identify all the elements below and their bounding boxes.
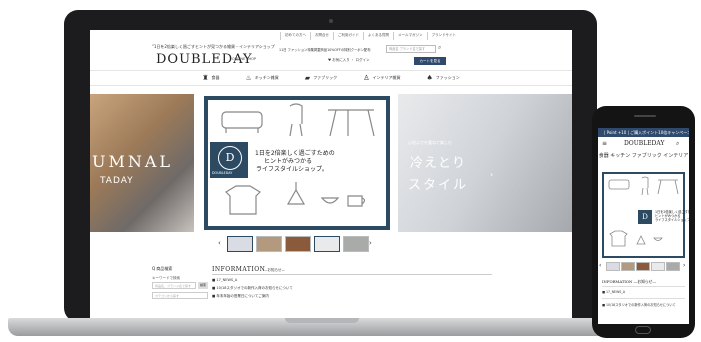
thumbnail[interactable]	[651, 262, 665, 271]
search-input[interactable]: 商品名 ブランド名で探す	[386, 45, 436, 53]
menu-icon[interactable]: ≡	[602, 140, 607, 147]
divider	[212, 274, 492, 275]
phone-speaker	[634, 115, 656, 117]
link-faq[interactable]: よくある質問	[363, 32, 393, 40]
brand-badge-name: DOUBLEDAY	[212, 171, 233, 175]
sidebar-keyword-label: キーワードで検索	[152, 276, 180, 280]
lamp-icon: ♙	[363, 74, 370, 82]
phone-news-item[interactable]: ■ 10/18スタジオでの新作入荷のお知らせについて	[602, 302, 676, 307]
nav-label: 食器	[211, 75, 220, 80]
phone-thumbnails	[606, 262, 680, 271]
link-usage-guide[interactable]: ご利用ガイド	[333, 32, 363, 40]
thumbnail[interactable]	[285, 236, 311, 252]
phone-next-icon[interactable]: ›	[683, 262, 685, 269]
pot-icon: ♨	[245, 74, 252, 82]
phone-campaign-bar[interactable]: | Point +10 | ご購入ポイント10倍キャンペーン	[598, 128, 689, 137]
thumbnail[interactable]	[227, 236, 253, 252]
phone-hero-catch: 1日を2倍楽しく過ごすための ヒントがみつかる ライフスタイルショップ。	[655, 210, 689, 222]
phone-news-item[interactable]: ■ 17_NEWS_A	[602, 290, 625, 294]
divider	[602, 286, 685, 287]
nav-item-fashion[interactable]: ♠ ファッション	[426, 71, 459, 85]
slide-left-subheading: TADAY	[100, 176, 134, 186]
sidebar-search-button[interactable]: 検索	[198, 282, 208, 289]
utility-links: 初めての方へ お問合せ ご利用ガイド よくある質問 メールマガジン ブランドサイ…	[280, 32, 570, 40]
sidebar-search-input[interactable]: 商品名、ブランド名で探す	[152, 282, 196, 289]
thumbnail[interactable]	[636, 262, 650, 271]
phone-nav-item[interactable]: インテリア	[663, 152, 688, 159]
news-item[interactable]: ■ 17_NEWS_A	[212, 278, 237, 282]
nav-label: インテリア雑貨	[372, 75, 401, 80]
camera-icon	[329, 19, 333, 23]
category-select[interactable]: カテゴリから探す	[152, 292, 208, 299]
phone-category-nav: 食器 キッチン ファブリック インテリア	[598, 152, 689, 159]
bowl-icon	[320, 197, 340, 204]
link-brand-site[interactable]: ブランドサイト	[426, 32, 461, 40]
slide-right-heading: 冷えとり	[410, 156, 467, 171]
category-nav: ♜ 食器 ♨ キッチン雑貨 ▰ ファブリック ♙ インテリア雑貨 ♠ ファッション	[90, 70, 572, 86]
table-icon	[328, 109, 375, 137]
slide-right-subheading: スタイル	[408, 178, 469, 193]
news-item[interactable]: ■ 年末年始の営業日についてご案内	[212, 294, 269, 299]
slide-left-heading: UMNAL	[92, 152, 174, 171]
nav-item-interior[interactable]: ♙ インテリア雑貨	[363, 71, 400, 85]
slider-next-arrow-icon[interactable]: ›	[490, 170, 493, 179]
phone-home-button	[635, 326, 651, 334]
phone-search-icon[interactable]: ⌕	[676, 140, 679, 148]
divider	[602, 298, 685, 299]
logo-subtitle: ONLINE SHOP	[232, 57, 257, 61]
brand-logo-icon: D	[218, 146, 242, 170]
sofa-legs	[225, 128, 259, 133]
thumbnail[interactable]	[621, 262, 635, 271]
cart-button[interactable]: カートを見る	[414, 57, 446, 65]
link-contact[interactable]: お問合せ	[310, 32, 333, 40]
phone-nav-item[interactable]: ファブリック	[632, 152, 662, 159]
account-links[interactable]: ♥ お気に入り ・ ログイン	[328, 58, 369, 63]
hero-catch-line3: ライフスタイルショップ。	[256, 166, 328, 173]
thumb-next-icon[interactable]: ›	[369, 239, 372, 247]
phone-logo[interactable]: DOUBLEDAY	[624, 140, 664, 147]
sofa-icon	[221, 111, 263, 129]
thumbnail[interactable]	[256, 236, 282, 252]
pendant-lamp-icon	[286, 182, 306, 205]
nav-label: ファブリック	[313, 75, 338, 80]
laptop-screen: 初めての方へ お問合せ ご利用ガイド よくある質問 メールマガジン ブランドサイ…	[90, 30, 572, 318]
thumb-prev-icon[interactable]: ‹	[218, 239, 221, 247]
slider-thumbnails	[227, 236, 369, 252]
news-item[interactable]: ■ 10/18スタジオでの新作入荷のお知らせについて	[212, 286, 293, 291]
phone-screen: | Point +10 | ご購入ポイント10倍キャンペーン ≡ DOUBLED…	[598, 128, 689, 324]
slide-right-lead: 心地よさを重ねて楽しむ	[408, 140, 452, 145]
shirt-icon: ♠	[426, 74, 433, 82]
phone-nav-item[interactable]: 食器	[599, 152, 609, 159]
information-title: INFORMATION	[212, 266, 266, 273]
chair-icon	[289, 103, 303, 137]
information-subtitle: —お知らせ—	[264, 268, 285, 272]
sidebar-title: Q 商品検索	[152, 266, 173, 271]
nav-label: ファッション	[435, 75, 460, 80]
fabric-icon: ▰	[304, 74, 311, 82]
phone-nav-item[interactable]: キッチン	[610, 152, 630, 159]
fork-knife-icon: ♜	[202, 74, 209, 82]
nav-item-tableware[interactable]: ♜ 食器	[202, 71, 219, 85]
thumbnail[interactable]	[606, 262, 620, 271]
nav-item-kitchen[interactable]: ♨ キッチン雑貨	[246, 71, 279, 85]
mug-icon	[347, 195, 366, 207]
phone-brand-logo-icon: D	[638, 210, 652, 224]
phone-information-title: INFORMATION —お知らせ—	[602, 279, 657, 284]
thumbnail[interactable]	[343, 236, 369, 252]
laptop-notch	[285, 318, 359, 323]
site-tagline: "1日を2倍楽しく過ごすヒントが見つかる雑貨・インテリアショップ	[152, 44, 275, 49]
phone-prev-icon[interactable]: ‹	[599, 262, 601, 269]
campaign-notice[interactable]: 11日 ファッション特集掲載商品10%OFFの特別クーポン配布	[279, 47, 371, 52]
nav-item-fabric[interactable]: ▰ ファブリック	[305, 71, 337, 85]
thumbnail[interactable]	[314, 236, 340, 252]
sweater-icon	[225, 185, 261, 215]
link-guide-first[interactable]: 初めての方へ	[280, 32, 310, 40]
link-mail-magazine[interactable]: メールマガジン	[393, 32, 427, 40]
thumbnail[interactable]	[666, 262, 680, 271]
nav-label: キッチン雑貨	[254, 75, 279, 80]
search-icon[interactable]: ⌕	[438, 44, 441, 52]
